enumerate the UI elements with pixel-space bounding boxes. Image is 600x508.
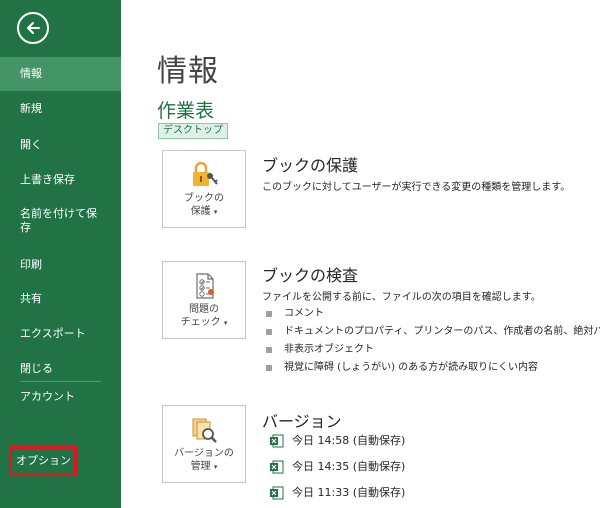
nav-item-print[interactable]: 印刷 xyxy=(0,258,121,272)
excel-file-icon xyxy=(270,486,284,500)
lock-key-icon xyxy=(193,161,218,186)
nav-item-share[interactable]: 共有 xyxy=(0,292,121,306)
inspect-button-label-2: チェック xyxy=(180,317,221,328)
chevron-down-icon: ▾ xyxy=(223,319,228,327)
manage-versions-button[interactable]: バージョンの 管理 ▾ xyxy=(162,405,246,483)
nav-item-info[interactable]: 情報 xyxy=(0,57,121,91)
version-item-label: 今日 14:35 (自動保存) xyxy=(292,460,406,473)
version-item-label: 今日 14:58 (自動保存) xyxy=(292,434,406,447)
version-item[interactable]: 今日 11:33 (自動保存) xyxy=(270,486,405,508)
protect-section-description: このブックに対してユーザーが実行できる変更の種類を管理します。 xyxy=(262,182,571,193)
inspect-items-list: コメント ドキュメントのプロパティ、プリンターのパス、作成者の名前、絶対パス 非… xyxy=(266,305,600,377)
bullet-square-icon xyxy=(266,365,272,371)
options-highlight-box xyxy=(9,446,77,476)
nav-item-export[interactable]: エクスポート xyxy=(0,327,121,341)
chevron-down-icon: ▾ xyxy=(213,463,218,471)
manage-versions-icon xyxy=(192,418,217,443)
versions-button-label-1: バージョンの xyxy=(174,448,234,459)
bullet-square-icon xyxy=(266,311,272,317)
nav-item-new[interactable]: 新規 xyxy=(0,102,121,116)
nav-item-open[interactable]: 開く xyxy=(0,138,121,152)
inspect-button-label-1: 問題の xyxy=(189,304,219,315)
version-item-label: 今日 11:33 (自動保存) xyxy=(292,486,406,499)
bullet-square-icon xyxy=(266,347,272,353)
list-item: ドキュメントのプロパティ、プリンターのパス、作成者の名前、絶対パス xyxy=(266,323,600,341)
nav-item-account[interactable]: アカウント xyxy=(0,390,121,404)
nav-item-save[interactable]: 上書き保存 xyxy=(0,173,121,187)
list-item-text: コメント xyxy=(284,308,324,319)
versions-section-title: バージョン xyxy=(262,412,342,431)
document-name: 作業表 xyxy=(157,100,215,122)
list-item: 視覚に障碍 (しょうがい) のある方が読み取りにくい内容 xyxy=(266,359,600,377)
list-item: コメント xyxy=(266,305,600,323)
chevron-down-icon: ▾ xyxy=(213,208,218,216)
versions-button-label-2: 管理 xyxy=(190,461,211,472)
protect-button-label-1: ブックの xyxy=(184,193,224,204)
version-item[interactable]: 今日 14:58 (自動保存) xyxy=(270,434,405,460)
list-item-text: 視覚に障碍 (しょうがい) のある方が読み取りにくい内容 xyxy=(284,362,538,373)
version-item[interactable]: 今日 14:35 (自動保存) xyxy=(270,460,405,486)
nav-divider xyxy=(20,381,101,382)
excel-file-icon xyxy=(270,434,284,448)
inspect-button-label-2-wrap: チェック ▾ xyxy=(163,316,245,330)
version-list: 今日 14:58 (自動保存) 今日 14:35 (自動保存) 今日 11:33… xyxy=(270,434,405,508)
check-for-issues-button[interactable]: 問題の チェック ▾ xyxy=(162,261,246,339)
protect-section-title: ブックの保護 xyxy=(262,156,359,175)
backstage-sidebar: 情報 新規 開く 上書き保存 名前を付けて保存 印刷 共有 エクスポート 閉じる… xyxy=(0,0,121,508)
back-button[interactable] xyxy=(17,12,49,44)
list-item-text: 非表示オブジェクト xyxy=(284,344,374,355)
excel-file-icon xyxy=(270,460,284,474)
nav-item-save-as[interactable]: 名前を付けて保存 xyxy=(0,207,100,235)
inspect-section-description: ファイルを公開する前に、ファイルの次の項目を確認します。 xyxy=(262,292,541,303)
page-title: 情報 xyxy=(157,54,219,89)
protect-button-label-2: 保護 xyxy=(190,206,211,217)
protect-button-label-2-wrap: 保護 ▾ xyxy=(163,205,245,219)
nav-item-close[interactable]: 閉じる xyxy=(0,362,121,376)
bullet-square-icon xyxy=(266,329,272,335)
list-item: 非表示オブジェクト xyxy=(266,341,600,359)
back-arrow-icon xyxy=(27,22,40,34)
list-item-text: ドキュメントのプロパティ、プリンターのパス、作成者の名前、絶対パス xyxy=(284,326,600,337)
inspect-document-icon xyxy=(196,273,214,299)
inspect-section-title: ブックの検査 xyxy=(262,266,359,285)
versions-button-label-2-wrap: 管理 ▾ xyxy=(163,460,245,474)
document-location-link[interactable]: デスクトップ xyxy=(158,123,228,139)
protect-workbook-button[interactable]: ブックの 保護 ▾ xyxy=(162,150,246,228)
